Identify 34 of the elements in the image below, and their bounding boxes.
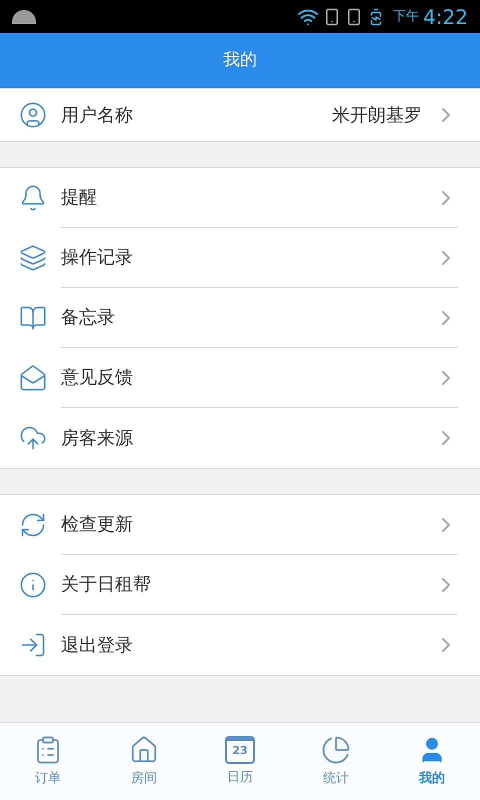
username-value: 米开朗基罗: [332, 104, 422, 128]
book-icon: [19, 304, 47, 332]
house-icon: [129, 734, 159, 765]
layers-icon: [19, 244, 47, 272]
menu-label: 意见反馈: [61, 366, 133, 390]
menu-row[interactable]: 退出登录: [0, 615, 480, 675]
menu-row[interactable]: 关于日租帮: [0, 555, 480, 615]
menu-label: 检查更新: [61, 513, 133, 537]
menu-row[interactable]: 提醒: [0, 168, 480, 228]
menu-label: 提醒: [61, 186, 97, 210]
menu-row[interactable]: 备忘录: [0, 288, 480, 348]
pie-chart-icon: [321, 734, 351, 765]
menu-row[interactable]: 房客来源: [0, 408, 480, 468]
cloud-upload-icon: [19, 424, 47, 452]
menu-label: 退出登录: [61, 634, 133, 658]
user-icon: [19, 101, 47, 129]
envelope-icon: [19, 364, 47, 392]
menu-label: 关于日租帮: [61, 573, 151, 597]
calendar-icon: 23: [225, 736, 255, 764]
info-icon: [19, 571, 47, 599]
header-title: 我的: [223, 48, 257, 72]
menu-label: 用户名称: [61, 104, 133, 128]
refresh-icon: [19, 511, 47, 539]
menu-row[interactable]: 操作记录: [0, 228, 480, 288]
menu-row[interactable]: 检查更新: [0, 495, 480, 555]
bell-icon: [19, 184, 47, 212]
menu-row[interactable]: 意见反馈: [0, 348, 480, 408]
menu-label: 房客来源: [61, 426, 133, 450]
clock: 4:22: [423, 4, 468, 30]
sign-out-icon: [19, 631, 47, 659]
time-period: 下午: [393, 8, 420, 26]
menu-label: 备忘录: [61, 306, 115, 330]
menu-label: 操作记录: [61, 246, 133, 270]
menu-row[interactable]: 用户名称 米开朗基罗: [0, 89, 480, 141]
